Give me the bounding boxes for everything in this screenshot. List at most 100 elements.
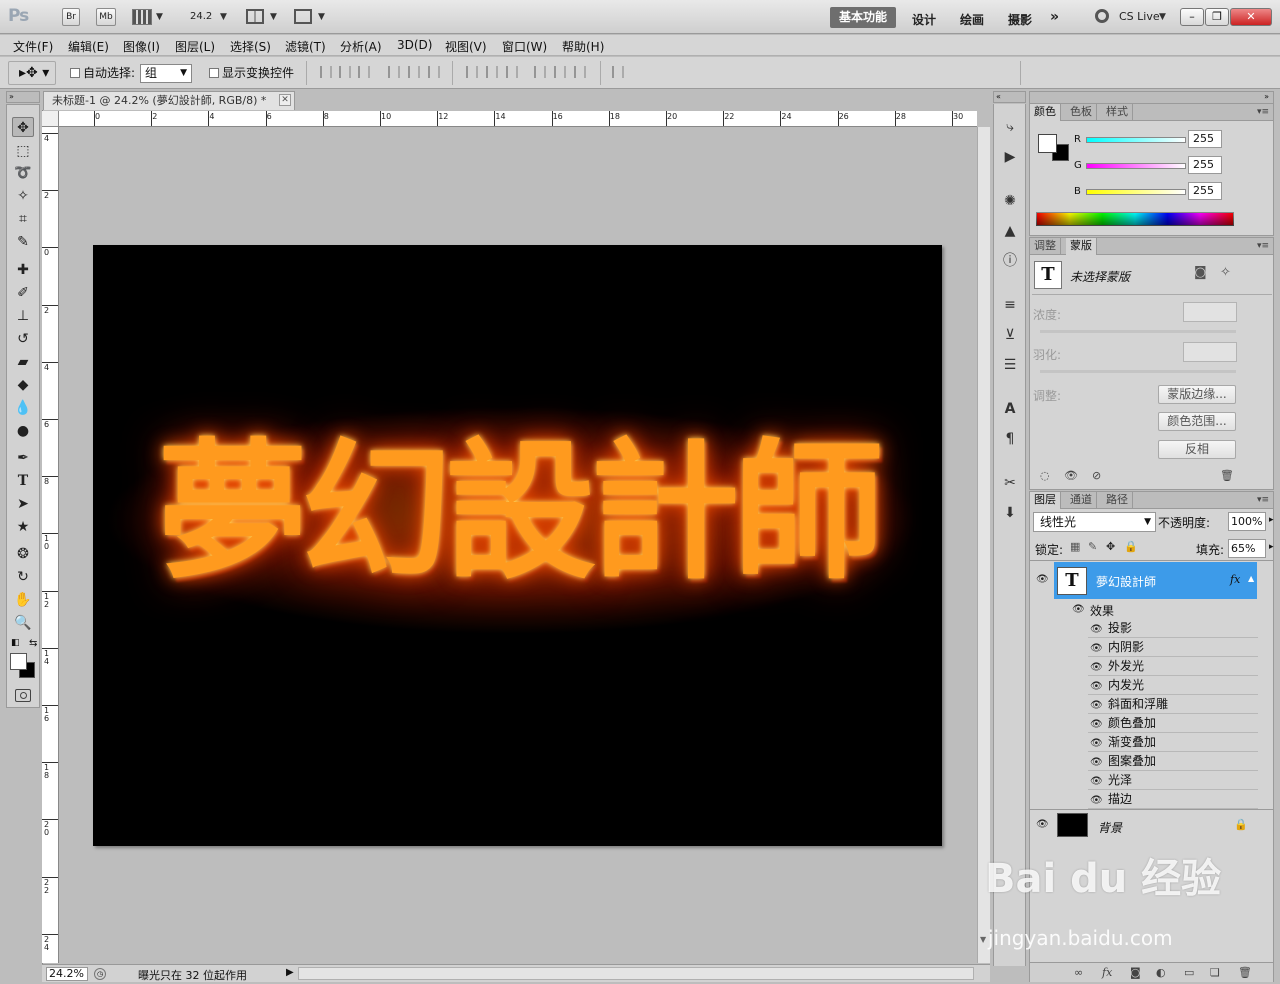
lock-all-icon[interactable]: 🔒 [1124, 540, 1138, 553]
show-transform-checkbox[interactable] [209, 68, 219, 78]
align-vertical-center-icon[interactable] [339, 66, 351, 78]
eraser-tool-icon[interactable]: ▰ [12, 352, 34, 372]
dodge-tool-icon[interactable]: ● [12, 421, 34, 441]
marquee-tool-icon[interactable]: ⬚ [12, 141, 34, 161]
eyedropper-tool-icon[interactable]: ✎ [12, 232, 34, 252]
history-brush-tool-icon[interactable]: ↺ [12, 329, 34, 349]
actions-panel-icon[interactable]: ▶ [1001, 148, 1019, 166]
menu-select[interactable]: 选择(S) [230, 38, 271, 55]
tab-channels[interactable]: 通道 [1066, 492, 1097, 509]
opacity-slider-arrow-icon[interactable]: ▸ [1269, 515, 1274, 525]
path-selection-tool-icon[interactable]: ➤ [12, 494, 34, 514]
menu-file[interactable]: 文件(F) [13, 38, 53, 55]
layer-fx-badge-icon[interactable]: fx [1230, 573, 1240, 586]
effect-bevel-emboss[interactable]: 👁 斜面和浮雕 [1088, 695, 1258, 714]
toolbar-collapse-handle[interactable]: » [6, 91, 40, 103]
layer-name-text[interactable]: 夢幻設計師 [1096, 573, 1156, 590]
collapse-effects-icon[interactable]: ▲ [1248, 574, 1254, 583]
arrange-documents-icon[interactable] [246, 9, 264, 24]
histogram-panel-icon[interactable]: ▲ [1001, 222, 1019, 240]
tab-layers[interactable]: 图层 [1030, 492, 1061, 509]
restore-button[interactable]: ❐ [1205, 8, 1229, 26]
shape-tool-icon[interactable]: ★ [12, 517, 34, 537]
tab-paths[interactable]: 路径 [1102, 492, 1133, 509]
menu-image[interactable]: 图像(I) [123, 38, 160, 55]
workspace-design[interactable]: 设计 [912, 11, 936, 28]
effect-eye-icon[interactable]: 👁 [1090, 792, 1103, 810]
scroll-down-arrow-icon[interactable]: ▼ [980, 935, 986, 944]
blue-value-field[interactable]: 255 [1188, 182, 1222, 200]
horizontal-ruler[interactable]: 0 2 4 6 8 10 12 14 16 18 20 22 24 26 28 30 [59, 111, 977, 127]
close-document-icon[interactable]: ✕ [279, 94, 291, 106]
tab-masks[interactable]: 蒙版 [1066, 238, 1097, 255]
effect-pattern-overlay[interactable]: 👁 图案叠加 [1088, 752, 1258, 771]
green-slider[interactable] [1086, 163, 1186, 169]
align-top-icon[interactable] [320, 66, 332, 78]
info-panel-icon[interactable]: ⓘ [1001, 252, 1019, 270]
chevron-down-icon[interactable]: ▼ [156, 12, 163, 22]
document-canvas[interactable]: 夢幻設計師 [93, 245, 942, 846]
menu-window[interactable]: 窗口(W) [502, 38, 547, 55]
vertical-ruler[interactable]: 4 2 0 2 4 6 8 1 0 1 2 1 4 1 6 1 8 2 0 2 2 2 4 [42, 127, 59, 963]
green-value-field[interactable]: 255 [1188, 156, 1222, 174]
brush-presets-panel-icon[interactable]: ≡ [1001, 296, 1019, 314]
chevron-down-icon[interactable]: ▼ [220, 12, 227, 22]
red-value-field[interactable]: 255 [1188, 130, 1222, 148]
add-pixel-mask-icon[interactable]: ◙ [1194, 265, 1207, 280]
align-bottom-icon[interactable] [358, 66, 370, 78]
effect-eye-icon[interactable]: 👁 [1090, 773, 1103, 791]
chevron-down-icon[interactable]: ▼ [318, 12, 325, 22]
3d-orbit-tool-icon[interactable]: ↻ [12, 567, 34, 587]
screen-mode-icon[interactable] [294, 9, 312, 24]
effect-gradient-overlay[interactable]: 👁 渐变叠加 [1088, 733, 1258, 752]
effect-eye-icon[interactable]: 👁 [1090, 659, 1103, 677]
distribute-right-icon[interactable] [574, 66, 586, 78]
new-layer-icon[interactable]: ❏ [1210, 966, 1220, 979]
fill-field[interactable]: 65% [1228, 539, 1266, 558]
healing-brush-tool-icon[interactable]: ✚ [12, 260, 34, 280]
mini-bridge-button[interactable]: Mb [96, 8, 116, 26]
menu-filter[interactable]: 滤镜(T) [285, 38, 326, 55]
chevron-down-icon[interactable]: ▼ [270, 12, 277, 22]
add-layer-style-icon[interactable]: fx [1102, 966, 1112, 979]
fill-slider-arrow-icon[interactable]: ▸ [1269, 542, 1274, 552]
effect-outer-glow[interactable]: 👁 外发光 [1088, 657, 1258, 676]
align-left-icon[interactable] [388, 66, 400, 78]
brush-tool-icon[interactable]: ✐ [12, 283, 34, 303]
panel-menu-icon[interactable]: ▾≡ [1257, 495, 1269, 505]
auto-align-layers-icon[interactable] [612, 66, 624, 78]
hand-tool-icon[interactable]: ✋ [12, 590, 34, 610]
lock-image-icon[interactable]: ✎ [1088, 540, 1097, 553]
more-workspaces-button[interactable]: » [1050, 9, 1059, 25]
zoom-tool-icon[interactable]: 🔍 [12, 613, 34, 633]
background-layer-name[interactable]: 背景 [1098, 819, 1122, 836]
view-extras-icon[interactable] [132, 9, 152, 25]
workspace-essentials[interactable]: 基本功能 [830, 7, 896, 28]
effect-inner-glow[interactable]: 👁 内发光 [1088, 676, 1258, 695]
effect-eye-icon[interactable]: 👁 [1090, 697, 1103, 715]
add-mask-icon[interactable]: ◙ [1130, 966, 1141, 979]
quick-mask-icon[interactable] [15, 689, 31, 702]
workspace-painting[interactable]: 绘画 [960, 11, 984, 28]
clone-stamp-tool-icon[interactable]: ⊥ [12, 306, 34, 326]
menu-view[interactable]: 视图(V) [445, 38, 487, 55]
minimize-button[interactable]: – [1180, 8, 1204, 26]
status-zoom-field[interactable]: 24.2% [46, 967, 88, 981]
panel-menu-icon[interactable]: ▾≡ [1257, 107, 1269, 117]
menu-3d[interactable]: 3D(D) [397, 38, 432, 52]
effect-eye-icon[interactable]: 👁 [1090, 678, 1103, 696]
new-adjustment-layer-icon[interactable]: ◐ [1156, 966, 1166, 979]
effect-eye-icon[interactable]: 👁 [1090, 754, 1103, 772]
tool-preset-picker[interactable]: ▸✥ ▾ [8, 61, 56, 85]
menu-edit[interactable]: 编辑(E) [68, 38, 109, 55]
dock-collapse-handle[interactable]: « [993, 91, 1026, 103]
tab-color[interactable]: 颜色 [1030, 104, 1061, 121]
distribute-top-icon[interactable] [466, 66, 478, 78]
panel-menu-icon[interactable]: ▾≡ [1257, 241, 1269, 251]
swap-colors-icon[interactable]: ⇆ [29, 638, 37, 649]
effect-stroke[interactable]: 👁 描边 [1088, 790, 1258, 809]
menu-analysis[interactable]: 分析(A) [340, 38, 382, 55]
ruler-origin[interactable] [42, 111, 59, 127]
bridge-button[interactable]: Br [62, 8, 80, 26]
opacity-field[interactable]: 100% [1228, 512, 1266, 531]
